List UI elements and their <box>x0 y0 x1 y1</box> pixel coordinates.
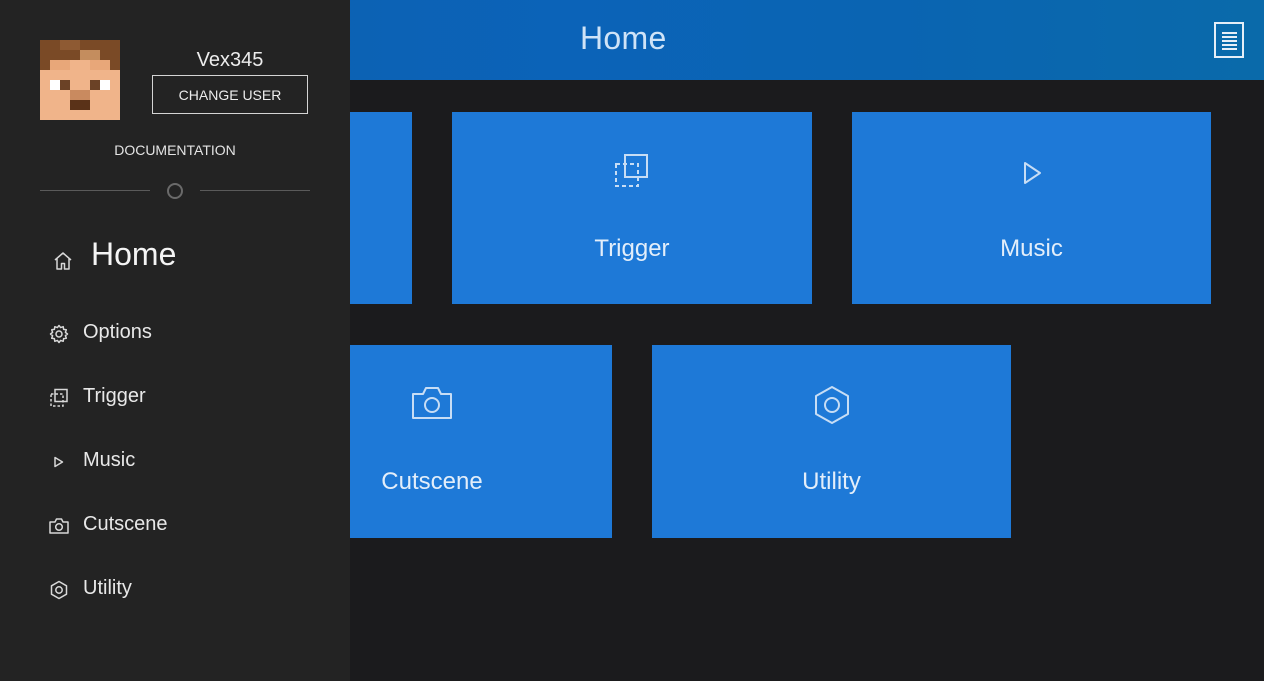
sidebar-item-label: Cutscene <box>83 513 168 535</box>
tile-label: Trigger <box>594 235 670 262</box>
hexagon-nut-icon <box>814 386 849 424</box>
camera-icon <box>412 387 452 419</box>
app-window: Home Trigger Music Cutscene Utility Vex3… <box>0 0 1264 681</box>
play-icon <box>1023 162 1041 184</box>
sidebar-item-home[interactable]: Home <box>0 232 350 282</box>
documentation-link[interactable]: DOCUMENTATION <box>0 142 350 158</box>
sidebar-item-label: Options <box>83 321 152 343</box>
sidebar-item-label: Utility <box>83 577 132 599</box>
sidebar-item-cutscene[interactable]: Cutscene <box>0 501 350 551</box>
page-title: Home <box>580 20 667 56</box>
sidebar-item-trigger[interactable]: Trigger <box>0 373 350 423</box>
tile-label: Music <box>1000 235 1063 262</box>
pixel-avatar-icon[interactable] <box>40 40 120 120</box>
divider <box>200 190 310 191</box>
divider-dot <box>167 183 183 199</box>
home-icon <box>54 252 72 270</box>
tile-utility[interactable]: Utility <box>652 345 1011 538</box>
gear-icon <box>49 324 69 344</box>
sidebar-item-label: Trigger <box>83 385 146 407</box>
sidebar-item-utility[interactable]: Utility <box>0 565 350 615</box>
play-icon <box>54 456 64 468</box>
hexagon-nut-icon <box>50 580 68 600</box>
trigger-icon <box>50 388 68 407</box>
tile-music[interactable]: Music <box>852 112 1211 304</box>
change-user-button[interactable]: CHANGE USER <box>152 75 308 114</box>
trigger-icon <box>615 154 648 187</box>
tile-trigger[interactable]: Trigger <box>452 112 812 304</box>
tile-label: Utility <box>802 468 861 495</box>
sidebar: Vex345 CHANGE USER DOCUMENTATION Home Op… <box>0 0 350 681</box>
divider <box>40 190 150 191</box>
sidebar-item-options[interactable]: Options <box>0 309 350 359</box>
camera-icon <box>49 518 69 534</box>
document-icon[interactable] <box>1214 22 1244 58</box>
username: Vex345 <box>196 49 264 71</box>
sidebar-item-label: Music <box>83 449 136 471</box>
sidebar-item-label: Home <box>91 236 177 272</box>
sidebar-item-music[interactable]: Music <box>0 437 350 487</box>
